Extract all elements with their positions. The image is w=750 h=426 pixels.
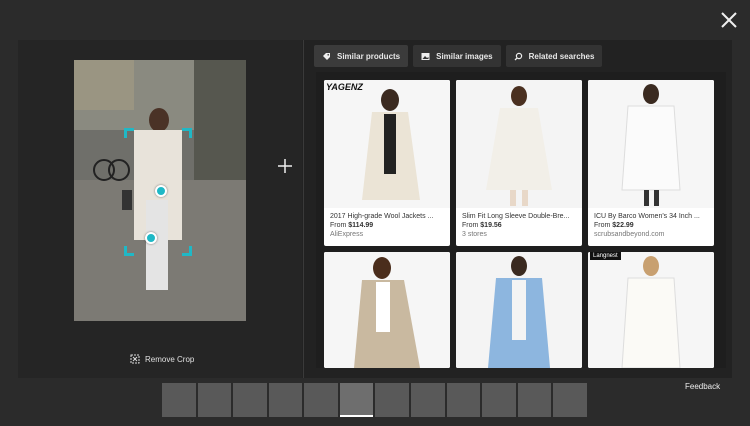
product-image: YAGENZ: [324, 80, 450, 208]
filmstrip-thumb[interactable]: [517, 383, 552, 417]
product-image: [588, 80, 714, 208]
tab-label: Related searches: [528, 51, 595, 61]
feedback-link[interactable]: Feedback: [685, 382, 720, 391]
remove-crop-button[interactable]: Remove Crop: [130, 354, 194, 364]
product-card[interactable]: Langnest: [588, 252, 714, 368]
tab-related-searches[interactable]: Related searches: [505, 45, 603, 67]
filmstrip-thumb[interactable]: [197, 383, 232, 417]
results-pane: Similar products Similar images Related …: [314, 40, 732, 378]
pane-divider: [303, 40, 304, 378]
filmstrip-thumb[interactable]: [553, 383, 587, 417]
search-icon: [514, 52, 522, 60]
product-image: [456, 80, 582, 208]
product-card[interactable]: Slim Fit Long Sleeve Double-Bre... From …: [456, 80, 582, 246]
crop-icon: [130, 354, 140, 364]
filmstrip-thumb[interactable]: [446, 383, 481, 417]
tag-icon: [323, 52, 330, 60]
product-image: Langnest: [588, 252, 714, 368]
filmstrip-thumb[interactable]: [268, 383, 303, 417]
product-price: From $114.99: [330, 222, 374, 229]
source-image-pane: Remove Crop: [18, 40, 302, 378]
close-icon: [721, 12, 737, 28]
tab-label: Similar products: [337, 51, 401, 61]
source-photo: [74, 60, 246, 321]
tab-similar-images[interactable]: Similar images: [413, 45, 501, 67]
image-icon: [421, 52, 430, 60]
tab-similar-products[interactable]: Similar products: [314, 45, 409, 67]
filmstrip-thumb[interactable]: [375, 383, 410, 417]
crop-handle-top-left[interactable]: [124, 128, 134, 138]
product-image: [324, 252, 450, 368]
crop-handle-top-right[interactable]: [182, 128, 192, 138]
product-results-grid: YAGENZ 2017 High-grade Wool Jackets ... …: [316, 72, 726, 368]
product-title: ICU By Barco Women's 34 Inch ...: [594, 213, 700, 220]
filmstrip-thumb[interactable]: [233, 383, 267, 417]
close-button[interactable]: [718, 9, 740, 31]
remove-crop-label: Remove Crop: [145, 354, 195, 364]
brand-tag: Langnest: [590, 252, 621, 260]
brand-label: YAGENZ: [326, 82, 363, 92]
product-source: 3 stores: [462, 231, 487, 238]
filmstrip-thumb[interactable]: [411, 383, 445, 417]
plus-icon: [278, 159, 292, 173]
filmstrip-thumb[interactable]: [162, 383, 196, 417]
crop-handle-bottom-right[interactable]: [182, 246, 192, 256]
filmstrip-thumb[interactable]: [482, 383, 516, 417]
lens-panel: Remove Crop Similar products Similar ima…: [18, 40, 732, 378]
detected-object-dot[interactable]: [145, 232, 157, 244]
tab-label: Similar images: [436, 51, 493, 61]
product-title: 2017 High-grade Wool Jackets ...: [330, 213, 434, 220]
product-card[interactable]: [324, 252, 450, 368]
product-price: From $22.99: [594, 222, 634, 229]
product-source: scrubsandbeyond.com: [594, 231, 665, 238]
filmstrip-thumb-selected[interactable]: [339, 383, 374, 417]
product-price: From $19.56: [462, 222, 502, 229]
product-source: AliExpress: [330, 231, 364, 238]
product-title: Slim Fit Long Sleeve Double-Bre...: [462, 213, 570, 220]
image-filmstrip: [162, 383, 587, 418]
product-image: [456, 252, 582, 368]
results-tabs: Similar products Similar images Related …: [314, 45, 603, 67]
detected-object-dot[interactable]: [155, 185, 167, 197]
add-button[interactable]: [276, 157, 294, 175]
product-card[interactable]: [456, 252, 582, 368]
filmstrip-thumb[interactable]: [304, 383, 338, 417]
product-card[interactable]: YAGENZ 2017 High-grade Wool Jackets ... …: [324, 80, 450, 246]
product-card[interactable]: ICU By Barco Women's 34 Inch ... From $2…: [588, 80, 714, 246]
crop-handle-bottom-left[interactable]: [124, 246, 134, 256]
crop-box[interactable]: [124, 128, 192, 256]
